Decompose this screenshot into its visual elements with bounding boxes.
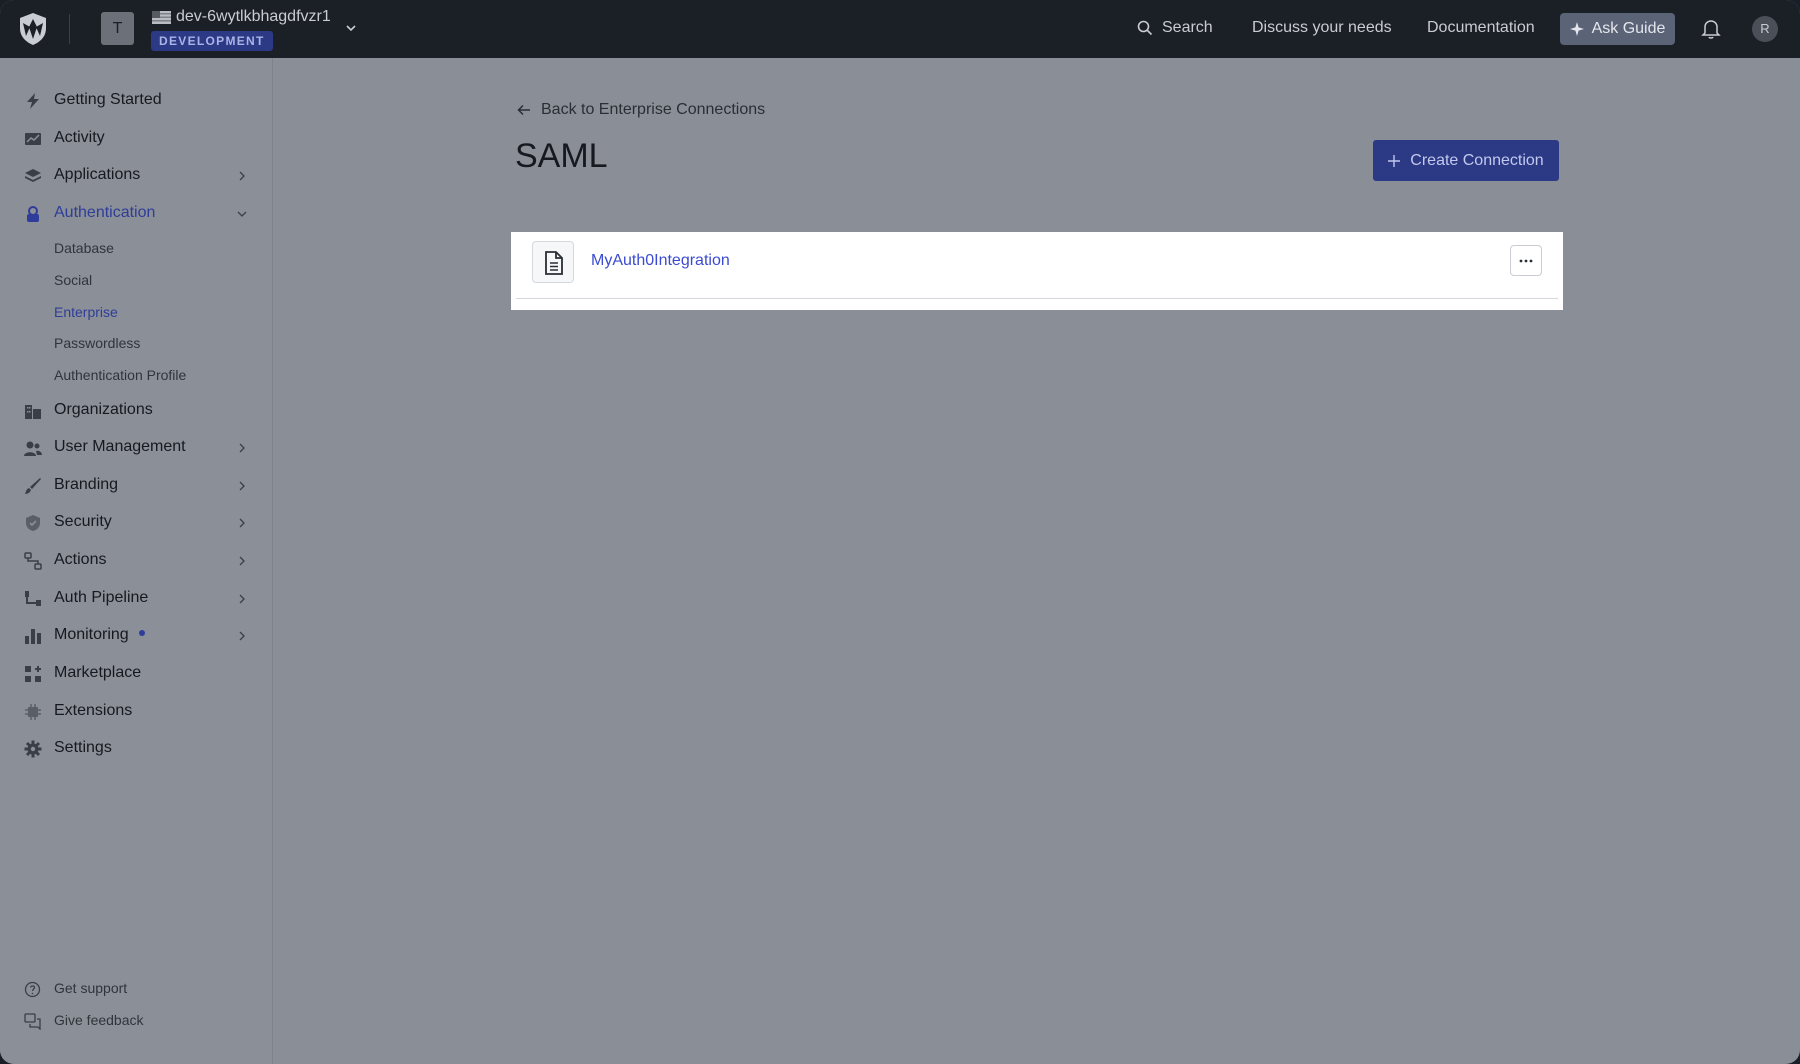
app-window: T dev-6wytlkbhagdfvzr1 DEVELOPMENT Searc… (0, 0, 1800, 1064)
plus-icon (1388, 154, 1401, 167)
chevron-down-icon (237, 211, 247, 217)
sidebar-item-auth-pipeline[interactable]: Auth Pipeline (0, 581, 273, 617)
bolt-icon (27, 93, 39, 109)
create-connection-button[interactable]: Create Connection (1373, 140, 1559, 181)
sidebar-item-actions[interactable]: Actions (0, 543, 273, 579)
activity-chart-icon (25, 133, 41, 145)
sidebar-item-label: Extensions (54, 702, 133, 719)
sidebar-item-label: Applications (54, 166, 141, 183)
sidebar-item-label: Security (54, 513, 112, 530)
bar-chart-icon (25, 629, 41, 644)
shield-icon (26, 515, 40, 531)
sidebar-item-activity[interactable]: Activity (0, 121, 273, 157)
document-icon (545, 251, 563, 275)
chip-icon (25, 704, 41, 720)
sidebar-item-branding[interactable]: Branding (0, 468, 273, 504)
connection-name-link[interactable]: MyAuth0Integration (591, 252, 730, 270)
discuss-needs-link[interactable]: Discuss your needs (1252, 19, 1392, 37)
sidebar-item-label: Auth Pipeline (54, 589, 149, 606)
sidebar-item-label: User Management (54, 438, 186, 455)
tenant-name[interactable]: dev-6wytlkbhagdfvzr1 (176, 8, 331, 26)
user-avatar[interactable]: R (1752, 16, 1778, 42)
chevron-down-icon[interactable] (344, 21, 358, 35)
notification-dot (138, 629, 145, 636)
sidebar-item-label: Marketplace (54, 664, 142, 681)
authentication-icon (27, 206, 39, 222)
tenant-avatar[interactable]: T (101, 12, 134, 45)
notifications-bell-icon[interactable] (1701, 18, 1721, 40)
sidebar-item-label: Settings (54, 739, 112, 756)
connection-list: MyAuth0Integration (511, 232, 1563, 310)
help-circle-icon (24, 981, 41, 998)
more-horizontal-icon (1519, 259, 1533, 262)
sidebar-subitem-social[interactable]: Social (54, 272, 92, 288)
feedback-icon (24, 1013, 41, 1030)
sidebar-subitem-authentication-profile[interactable]: Authentication Profile (54, 367, 186, 383)
sidebar-item-monitoring[interactable]: Monitoring (0, 618, 273, 654)
sidebar-item-authentication[interactable]: Authentication (0, 196, 273, 232)
sidebar: Getting Started Activity Applications Au… (0, 58, 273, 1064)
create-connection-label: Create Connection (1410, 151, 1544, 169)
sidebar-item-label: Getting Started (54, 91, 162, 108)
chevron-right-icon (239, 443, 245, 453)
chevron-right-icon (239, 481, 245, 491)
gear-icon (24, 740, 42, 758)
grid-plus-icon (25, 666, 41, 682)
sidebar-subitem-enterprise[interactable]: Enterprise (54, 304, 118, 320)
brush-icon (25, 478, 41, 494)
connection-more-options-button[interactable] (1510, 245, 1542, 276)
us-flag-icon (152, 11, 171, 24)
chevron-right-icon (239, 556, 245, 566)
environment-badge: DEVELOPMENT (151, 31, 273, 51)
give-feedback-label: Give feedback (54, 1012, 144, 1028)
give-feedback-link[interactable]: Give feedback (0, 1008, 273, 1034)
sparkle-icon (1569, 22, 1584, 36)
chevron-right-icon (239, 518, 245, 528)
get-support-label: Get support (54, 980, 128, 996)
divider (516, 298, 1558, 299)
sidebar-item-label: Activity (54, 129, 105, 146)
chevron-right-icon (239, 631, 245, 641)
sidebar-subitem-passwordless[interactable]: Passwordless (54, 335, 140, 351)
search-icon (1137, 20, 1153, 36)
documentation-link[interactable]: Documentation (1427, 19, 1535, 37)
sidebar-item-security[interactable]: Security (0, 505, 273, 541)
sidebar-item-label: Authentication (54, 204, 156, 221)
sidebar-item-label: Actions (54, 551, 107, 568)
chevron-right-icon (239, 171, 245, 181)
sidebar-item-marketplace[interactable]: Marketplace (0, 656, 273, 692)
sidebar-item-user-management[interactable]: User Management (0, 430, 273, 466)
sidebar-item-extensions[interactable]: Extensions (0, 694, 273, 730)
layers-icon (25, 169, 41, 182)
divider (69, 14, 70, 44)
sidebar-item-organizations[interactable]: Organizations (0, 393, 273, 429)
search-button[interactable]: Search (1137, 19, 1213, 37)
chevron-right-icon (239, 594, 245, 604)
ask-guide-button[interactable]: Ask Guide (1560, 13, 1675, 45)
back-to-enterprise-connections-link[interactable]: Back to Enterprise Connections (517, 101, 765, 119)
sidebar-item-getting-started[interactable]: Getting Started (0, 83, 273, 119)
sidebar-subitem-database[interactable]: Database (54, 240, 114, 256)
get-support-link[interactable]: Get support (0, 976, 273, 1002)
sidebar-item-settings[interactable]: Settings (0, 731, 273, 767)
building-icon (25, 405, 41, 419)
sidebar-item-label: Monitoring (54, 626, 145, 644)
flow-icon (24, 552, 42, 570)
sidebar-item-label: Branding (54, 476, 119, 493)
connection-icon-box (532, 241, 574, 283)
arrow-left-icon (517, 104, 530, 116)
sidebar-item-applications[interactable]: Applications (0, 158, 273, 194)
sidebar-item-label: Organizations (54, 401, 153, 418)
back-link-label: Back to Enterprise Connections (541, 101, 766, 118)
page-title: SAML (515, 137, 608, 175)
pipeline-icon (25, 591, 41, 606)
top-navigation-bar: T dev-6wytlkbhagdfvzr1 DEVELOPMENT Searc… (0, 0, 1800, 58)
search-label: Search (1162, 19, 1213, 36)
ask-guide-label: Ask Guide (1591, 20, 1666, 37)
auth0-logo-icon[interactable] (18, 12, 48, 46)
users-icon (24, 441, 42, 456)
